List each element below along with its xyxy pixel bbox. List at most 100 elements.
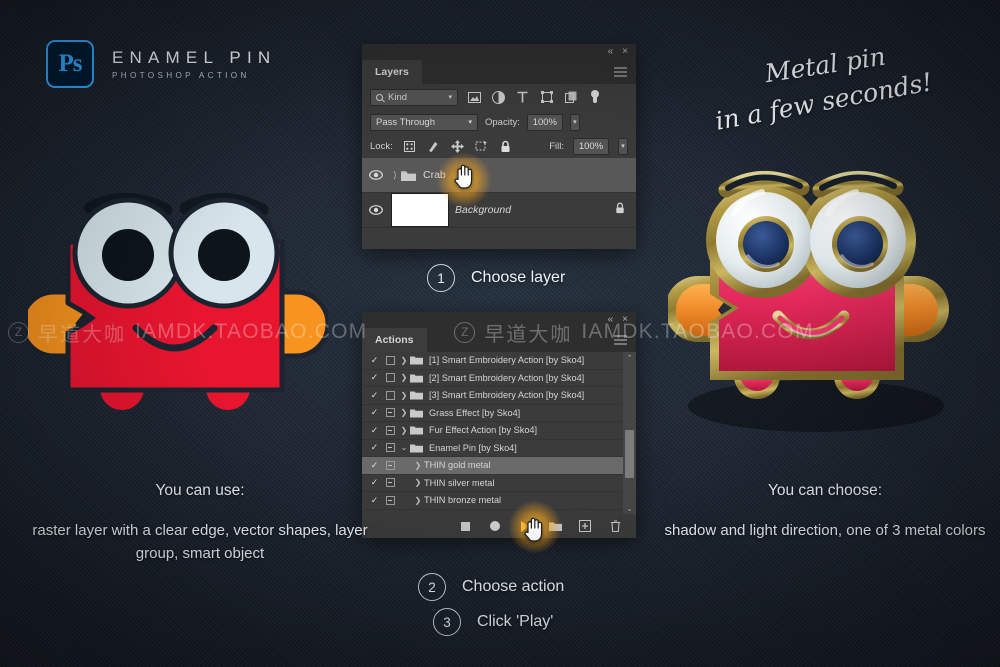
modal-box xyxy=(385,495,395,505)
blend-mode-select[interactable]: Pass Through ▾ xyxy=(370,113,478,131)
lock-artboard-icon[interactable] xyxy=(474,139,489,154)
action-row[interactable]: ✓ ❯ Fur Effect Action [by Sko4] xyxy=(362,422,636,440)
lock-position-icon[interactable] xyxy=(450,139,465,154)
modal-toggle-icon[interactable] xyxy=(382,408,398,418)
actions-panel[interactable]: « × Actions ✓ ❯ [1] Smart Embroidery Actio… xyxy=(362,312,636,554)
action-name: [2] Smart Embroidery Action [by Sko4] xyxy=(429,372,585,383)
layer-name: Crab xyxy=(423,169,446,181)
close-icon[interactable]: × xyxy=(622,47,628,57)
stop-button[interactable] xyxy=(458,519,472,533)
chevron-down-icon: ▾ xyxy=(448,94,452,101)
disclosure-triangle-icon[interactable]: ❯ xyxy=(398,426,410,435)
action-checkbox[interactable]: ✓ xyxy=(367,372,382,383)
action-checkbox[interactable]: ✓ xyxy=(367,442,382,453)
collapse-icon[interactable]: « xyxy=(608,47,614,57)
action-row[interactable]: ✓ ⌄ Enamel Pin [by Sko4] xyxy=(362,440,636,457)
action-row[interactable]: ✓ ❯ [1] Smart Embroidery Action [by Sko4] xyxy=(362,352,636,370)
modal-box xyxy=(385,425,395,435)
actions-list: ✓ ❯ [1] Smart Embroidery Action [by Sko4] ✓… xyxy=(362,352,636,514)
shape-filter-icon[interactable] xyxy=(539,90,554,105)
modal-toggle-icon[interactable] xyxy=(382,460,398,470)
lock-transparent-icon[interactable] xyxy=(402,139,417,154)
close-icon[interactable]: × xyxy=(622,315,628,325)
action-row[interactable]: ✓ ❯ THIN gold metal xyxy=(362,457,636,475)
modal-box xyxy=(385,408,395,418)
modal-toggle-icon[interactable] xyxy=(382,390,398,400)
tab-actions[interactable]: Actions xyxy=(362,328,427,352)
type-filter-icon[interactable] xyxy=(515,90,530,105)
layers-panel[interactable]: « × Layers Kind ▾ Pass Through ▾ Opacity xyxy=(362,44,636,249)
disclosure-triangle-icon[interactable]: ⟩ xyxy=(389,170,401,181)
visibility-icon[interactable] xyxy=(362,170,389,180)
smart-object-filter-icon[interactable] xyxy=(563,90,578,105)
modal-toggle-icon[interactable] xyxy=(382,355,398,365)
step-label: Choose layer xyxy=(471,269,566,286)
record-button[interactable] xyxy=(488,519,502,533)
page-subtitle: PHOTOSHOP ACTION xyxy=(112,71,250,80)
new-set-button[interactable] xyxy=(548,519,562,533)
brand-logo: Ps ENAMEL PIN PHOTOSHOP ACTION xyxy=(46,40,276,88)
image-filter-icon[interactable] xyxy=(467,90,482,105)
layer-list: ⟩ Crab Background xyxy=(362,158,636,228)
panel-menu-icon[interactable] xyxy=(614,335,627,345)
disclosure-triangle-icon[interactable]: ❯ xyxy=(412,461,424,470)
action-checkbox[interactable]: ✓ xyxy=(367,460,382,471)
scroll-up-icon[interactable]: ⌃ xyxy=(627,352,633,363)
step-1: 1 Choose layer xyxy=(427,264,565,292)
panel-menu-icon[interactable] xyxy=(614,67,627,77)
delete-button[interactable] xyxy=(608,519,622,533)
action-checkbox[interactable]: ✓ xyxy=(367,425,382,436)
layer-row-background[interactable]: Background xyxy=(362,193,636,228)
scrollbar-thumb[interactable] xyxy=(625,430,634,478)
opacity-value[interactable]: 100% xyxy=(526,113,563,131)
layer-filter-row: Kind ▾ xyxy=(362,84,636,110)
disclosure-triangle-icon[interactable]: ❯ xyxy=(398,356,410,365)
disclosure-triangle-icon[interactable]: ❯ xyxy=(398,391,410,400)
action-row[interactable]: ✓ ❯ Grass Effect [by Sko4] xyxy=(362,405,636,422)
modal-toggle-icon[interactable] xyxy=(382,495,398,505)
action-name: Enamel Pin [by Sko4] xyxy=(429,442,517,453)
actions-tabrow: Actions xyxy=(362,328,636,352)
collapse-icon[interactable]: « xyxy=(608,315,614,325)
disclosure-triangle-icon[interactable]: ⌄ xyxy=(398,443,410,452)
modal-toggle-icon[interactable] xyxy=(382,478,398,488)
action-row[interactable]: ✓ ❯ THIN bronze metal xyxy=(362,492,636,510)
opacity-chevron-icon[interactable]: ▾ xyxy=(569,113,580,131)
adjustment-filter-icon[interactable] xyxy=(491,90,506,105)
modal-toggle-icon[interactable] xyxy=(382,373,398,383)
fill-value[interactable]: 100% xyxy=(573,137,609,155)
visibility-icon[interactable] xyxy=(362,205,389,215)
filter-kind-value: Kind xyxy=(388,91,408,103)
new-action-button[interactable] xyxy=(578,519,592,533)
action-row[interactable]: ✓ ❯ THIN silver metal xyxy=(362,475,636,492)
disclosure-triangle-icon[interactable]: ❯ xyxy=(412,478,424,487)
action-checkbox[interactable]: ✓ xyxy=(367,390,382,401)
modal-toggle-icon[interactable] xyxy=(382,443,398,453)
action-name: [1] Smart Embroidery Action [by Sko4] xyxy=(429,355,585,366)
layer-row-crab[interactable]: ⟩ Crab xyxy=(362,158,636,193)
action-row[interactable]: ✓ ❯ [2] Smart Embroidery Action [by Sko4] xyxy=(362,370,636,387)
filter-toggle-icon[interactable] xyxy=(587,90,602,105)
filter-kind-select[interactable]: Kind ▾ xyxy=(370,88,458,106)
folder-icon xyxy=(410,373,423,383)
disclosure-triangle-icon[interactable]: ❯ xyxy=(398,373,410,382)
play-button[interactable] xyxy=(518,519,532,533)
layers-panel-titlebar: « × xyxy=(362,44,636,60)
tab-layers[interactable]: Layers xyxy=(362,60,422,84)
lock-all-icon[interactable] xyxy=(498,139,513,154)
action-checkbox[interactable]: ✓ xyxy=(367,407,382,418)
actions-scrollbar[interactable]: ⌃ ⌄ xyxy=(623,352,636,514)
action-row[interactable]: ✓ ❯ [3] Smart Embroidery Action [by Sko4] xyxy=(362,387,636,405)
action-checkbox[interactable]: ✓ xyxy=(367,355,382,366)
scrollbar-track[interactable] xyxy=(625,363,634,503)
disclosure-triangle-icon[interactable]: ❯ xyxy=(398,408,410,417)
lock-image-icon[interactable] xyxy=(426,139,441,154)
step-number: 3 xyxy=(433,608,461,636)
layer-name: Background xyxy=(455,204,512,216)
lock-label: Lock: xyxy=(370,140,393,152)
modal-toggle-icon[interactable] xyxy=(382,425,398,435)
fill-chevron-icon[interactable]: ▾ xyxy=(618,137,628,155)
disclosure-triangle-icon[interactable]: ❯ xyxy=(412,496,424,505)
scroll-down-icon[interactable]: ⌄ xyxy=(627,503,633,514)
step-3: 3 Click 'Play' xyxy=(433,608,553,636)
